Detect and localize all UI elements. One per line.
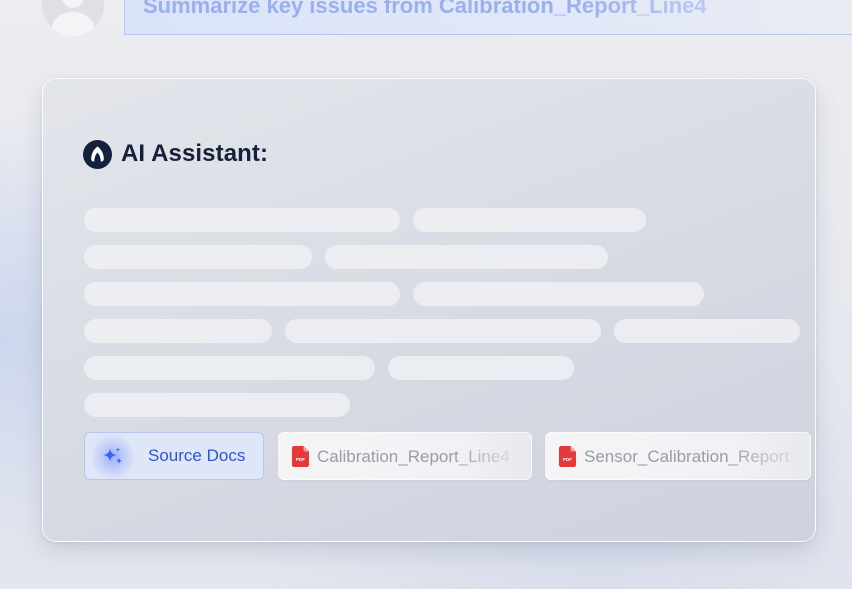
skeleton-line xyxy=(84,393,350,417)
assistant-header: AI Assistant: xyxy=(83,139,268,169)
skeleton-line xyxy=(325,245,608,269)
assistant-logo-icon xyxy=(83,139,112,169)
skeleton-line xyxy=(413,282,704,306)
svg-text:PDF: PDF xyxy=(563,457,572,462)
skeleton-line xyxy=(84,208,400,232)
assistant-title: AI Assistant: xyxy=(121,140,269,167)
sparkle-icon xyxy=(103,447,123,465)
skeleton-line xyxy=(614,319,800,343)
svg-text:PDF: PDF xyxy=(296,457,305,462)
skeleton-line xyxy=(84,356,375,380)
source-file-chip[interactable]: PDF Calibration_Report_Line4 xyxy=(278,432,532,480)
user-query-bubble: Summarize key issues from Calibration_Re… xyxy=(124,0,852,35)
source-docs-label: Source Docs xyxy=(148,446,246,465)
skeleton-line xyxy=(84,319,272,343)
assistant-response-card: AI Assistant: Source Docs PDF Calibratio… xyxy=(42,78,816,542)
avatar-shoulders xyxy=(52,12,94,36)
avatar-head xyxy=(62,0,84,8)
user-query-text: Summarize key issues from Calibration_Re… xyxy=(143,0,707,18)
skeleton-line xyxy=(84,245,312,269)
skeleton-line xyxy=(413,208,646,232)
user-avatar-icon xyxy=(42,0,104,36)
source-file-chip[interactable]: PDF Sensor_Calibration_Report xyxy=(545,432,811,480)
pdf-file-icon: PDF xyxy=(292,446,309,467)
source-docs-button[interactable]: Source Docs xyxy=(84,432,264,480)
source-file-name: Sensor_Calibration_Report xyxy=(584,447,790,466)
source-file-name: Calibration_Report_Line4 xyxy=(317,447,510,466)
skeleton-line xyxy=(84,282,400,306)
skeleton-line xyxy=(285,319,601,343)
skeleton-line xyxy=(388,356,574,380)
pdf-file-icon: PDF xyxy=(559,446,576,467)
